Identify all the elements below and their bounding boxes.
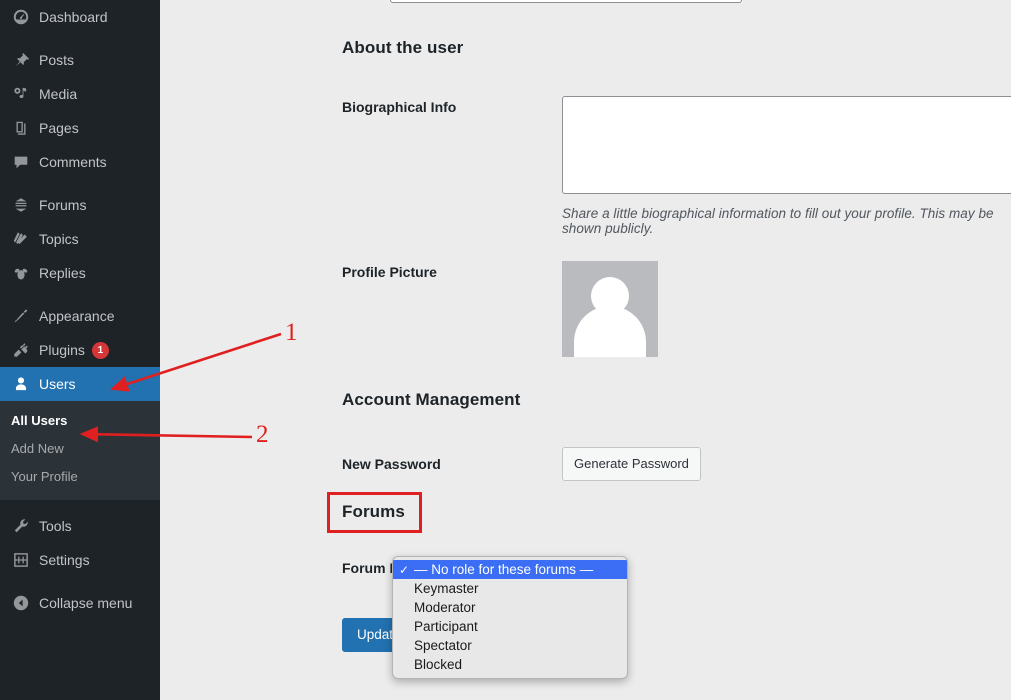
sidebar-item-media[interactable]: Media	[0, 77, 160, 111]
biographical-info-textarea[interactable]	[562, 96, 1011, 194]
profile-picture-label: Profile Picture	[342, 264, 437, 280]
annotation-number-1: 1	[285, 319, 298, 346]
biographical-info-help-text: Share a little biographical information …	[562, 206, 994, 236]
forums-icon	[11, 195, 31, 215]
menu-separator	[0, 577, 160, 586]
admin-sidebar: Dashboard Posts Media Pages Comments For…	[0, 0, 160, 700]
replies-icon	[11, 263, 31, 283]
option-blocked[interactable]: Blocked	[393, 655, 627, 674]
brush-icon	[11, 306, 31, 326]
sidebar-item-dashboard[interactable]: Dashboard	[0, 0, 160, 34]
sidebar-item-tools[interactable]: Tools	[0, 509, 160, 543]
sidebar-item-label: Appearance	[39, 308, 115, 324]
forums-heading: Forums	[342, 502, 405, 521]
sidebar-item-forums[interactable]: Forums	[0, 188, 160, 222]
sidebar-item-label: Replies	[39, 265, 86, 281]
sidebar-item-label: Topics	[39, 231, 79, 247]
option-label: Blocked	[414, 657, 463, 672]
sidebar-item-label: Tools	[39, 517, 72, 534]
about-the-user-heading: About the user	[342, 38, 464, 57]
menu-separator	[0, 290, 160, 299]
dashboard-icon	[11, 7, 31, 27]
media-icon	[11, 84, 31, 104]
option-label: — No role for these forums —	[414, 562, 594, 577]
pin-icon	[11, 50, 31, 70]
checkmark-icon: ✓	[399, 562, 410, 577]
sidebar-item-posts[interactable]: Posts	[0, 43, 160, 77]
sidebar-item-collapse-menu[interactable]: Collapse menu	[0, 586, 160, 620]
avatar-body	[574, 306, 646, 357]
sidebar-item-label: Settings	[39, 551, 90, 568]
sidebar-item-replies[interactable]: Replies	[0, 256, 160, 290]
menu-separator	[0, 500, 160, 509]
sidebar-item-plugins[interactable]: Plugins 1	[0, 333, 160, 367]
option-label: Keymaster	[414, 581, 479, 596]
sidebar-item-appearance[interactable]: Appearance	[0, 299, 160, 333]
sidebar-item-label: Comments	[39, 154, 107, 170]
menu-separator	[0, 34, 160, 43]
sidebar-item-label: Dashboard	[39, 9, 108, 25]
sidebar-item-topics[interactable]: Topics	[0, 222, 160, 256]
sidebar-item-settings[interactable]: Settings	[0, 543, 160, 577]
sidebar-item-add-new-user[interactable]: Add New	[0, 435, 160, 463]
sidebar-item-label: Pages	[39, 120, 79, 136]
sidebar-item-your-profile[interactable]: Your Profile	[0, 463, 160, 491]
option-label: Participant	[414, 619, 478, 634]
biographical-info-label: Biographical Info	[342, 99, 457, 115]
plug-icon	[11, 340, 31, 360]
annotation-number-2: 2	[256, 421, 269, 448]
plugins-update-badge: 1	[91, 341, 109, 359]
new-password-label: New Password	[342, 455, 441, 472]
pages-icon	[11, 118, 31, 138]
sidebar-item-label: Collapse menu	[39, 594, 133, 611]
sidebar-item-pages[interactable]: Pages	[0, 111, 160, 145]
wordpress-admin-screen: Dashboard Posts Media Pages Comments For…	[0, 0, 1011, 700]
sidebar-item-label: Plugins	[39, 342, 85, 358]
collapse-icon	[11, 593, 31, 613]
topics-icon	[11, 229, 31, 249]
generate-password-button[interactable]: Generate Password	[562, 447, 701, 481]
sidebar-item-all-users[interactable]: All Users	[0, 407, 160, 435]
sidebar-item-comments[interactable]: Comments	[0, 145, 160, 179]
option-no-role[interactable]: ✓ — No role for these forums —	[393, 560, 627, 579]
account-management-heading: Account Management	[342, 390, 521, 409]
option-participant[interactable]: Participant	[393, 617, 627, 636]
option-keymaster[interactable]: Keymaster	[393, 579, 627, 598]
sidebar-item-label: Media	[39, 86, 78, 102]
user-icon	[11, 374, 31, 394]
sidebar-item-label: Posts	[39, 52, 75, 68]
wrench-icon	[11, 516, 31, 536]
sidebar-item-users[interactable]: Users	[0, 367, 160, 401]
partial-text-input-above[interactable]	[390, 0, 742, 3]
comment-icon	[11, 152, 31, 172]
option-label: Spectator	[414, 638, 472, 653]
option-label: Moderator	[414, 600, 476, 615]
settings-icon	[11, 550, 31, 570]
forum-role-select-dropdown[interactable]: ✓ — No role for these forums — Keymaster…	[392, 556, 628, 679]
avatar	[562, 261, 658, 357]
sidebar-item-label: Forums	[39, 197, 87, 213]
users-submenu: All Users Add New Your Profile	[0, 401, 160, 500]
forums-heading-highlight-box: Forums	[327, 492, 422, 533]
sidebar-item-label: Users	[39, 376, 76, 392]
menu-separator	[0, 179, 160, 188]
option-spectator[interactable]: Spectator	[393, 636, 627, 655]
option-moderator[interactable]: Moderator	[393, 598, 627, 617]
